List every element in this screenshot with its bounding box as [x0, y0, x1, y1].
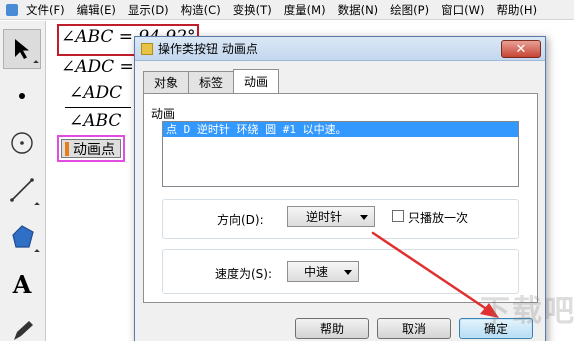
- close-button[interactable]: ✕: [501, 40, 541, 58]
- measure-angle-adc[interactable]: ∠ADC =: [61, 57, 134, 77]
- help-button-label: 帮助: [319, 322, 344, 336]
- ratio-denominator[interactable]: ∠ABC: [69, 111, 121, 131]
- animate-point-label: 动画点: [73, 141, 115, 158]
- menu-file[interactable]: 文件(F): [22, 2, 69, 18]
- compass-tool[interactable]: [3, 123, 41, 163]
- chevron-down-icon: [344, 270, 352, 275]
- menu-number[interactable]: 数据(N): [334, 2, 383, 18]
- tab-label-label: 标签: [199, 76, 224, 90]
- animate-point-button-highlight: 动画点: [57, 135, 125, 162]
- direction-value: 逆时针: [305, 210, 342, 224]
- tab-object[interactable]: 对象: [143, 71, 190, 93]
- dialog-title-bar[interactable]: 操作类按钮 动画点 ✕: [135, 37, 545, 61]
- point-tool[interactable]: [3, 76, 41, 116]
- toolbox: A: [0, 21, 46, 341]
- menu-help[interactable]: 帮助(H): [492, 2, 541, 18]
- cancel-button[interactable]: 取消: [377, 318, 451, 339]
- point-icon: [19, 93, 25, 99]
- tab-animation[interactable]: 动画: [233, 69, 280, 93]
- speed-label: 速度为(S):: [215, 267, 273, 281]
- menu-bar: 文件(F) 编辑(E) 显示(D) 构造(C) 变换(T) 度量(M) 数据(N…: [0, 0, 574, 20]
- direction-label: 方向(D):: [217, 213, 264, 227]
- dialog-tabs: 对象 标签 动画: [143, 69, 280, 93]
- cancel-button-label: 取消: [401, 322, 426, 336]
- help-button[interactable]: 帮助: [295, 318, 369, 339]
- tab-animation-label: 动画: [244, 75, 269, 89]
- menu-display[interactable]: 显示(D): [124, 2, 173, 18]
- dialog-title: 操作类按钮 动画点: [158, 42, 258, 56]
- play-once-label[interactable]: 只播放一次: [408, 209, 468, 226]
- straightedge-tool[interactable]: [3, 170, 41, 210]
- polygon-tool[interactable]: [3, 217, 41, 257]
- play-once-checkbox[interactable]: [392, 210, 404, 222]
- animation-list-item[interactable]: 点 D 逆时针 环绕 圆 #1 以中速。: [163, 122, 518, 137]
- animation-group-label: 动画: [151, 107, 176, 121]
- pencil-icon: [14, 321, 33, 340]
- compass-circle-icon: [11, 132, 33, 154]
- tab-label[interactable]: 标签: [188, 71, 235, 93]
- ratio-numerator[interactable]: ∠ADC: [69, 83, 122, 103]
- text-tool-glyph: A: [12, 269, 32, 299]
- animation-listbox[interactable]: 点 D 逆时针 环绕 圆 #1 以中速。: [162, 121, 519, 187]
- menu-graph[interactable]: 绘图(P): [386, 2, 433, 18]
- button-bar-icon: [65, 141, 69, 156]
- close-icon: ✕: [515, 41, 527, 57]
- speed-value: 中速: [303, 265, 328, 279]
- dialog-app-icon: [141, 42, 153, 55]
- fraction-line: [65, 107, 131, 108]
- menu-measure[interactable]: 度量(M): [280, 2, 330, 18]
- app-icon[interactable]: [6, 3, 18, 16]
- line-segment-icon: [10, 178, 34, 202]
- marker-tool[interactable]: [3, 311, 41, 341]
- arrow-cursor-icon: [15, 39, 29, 59]
- text-tool[interactable]: A: [3, 264, 41, 304]
- watermark-logo: 下载吧: [480, 294, 574, 329]
- chevron-down-icon: [360, 215, 368, 220]
- direction-select[interactable]: 逆时针: [287, 206, 375, 227]
- menu-edit[interactable]: 编辑(E): [73, 2, 120, 18]
- arrow-select-tool[interactable]: [3, 29, 41, 69]
- animate-point-button[interactable]: 动画点: [61, 139, 121, 158]
- menu-window[interactable]: 窗口(W): [437, 2, 488, 18]
- polygon-icon: [12, 225, 34, 248]
- menu-construct[interactable]: 构造(C): [177, 2, 225, 18]
- speed-select[interactable]: 中速: [287, 261, 359, 282]
- tab-object-label: 对象: [154, 76, 179, 90]
- menu-transform[interactable]: 变换(T): [229, 2, 276, 18]
